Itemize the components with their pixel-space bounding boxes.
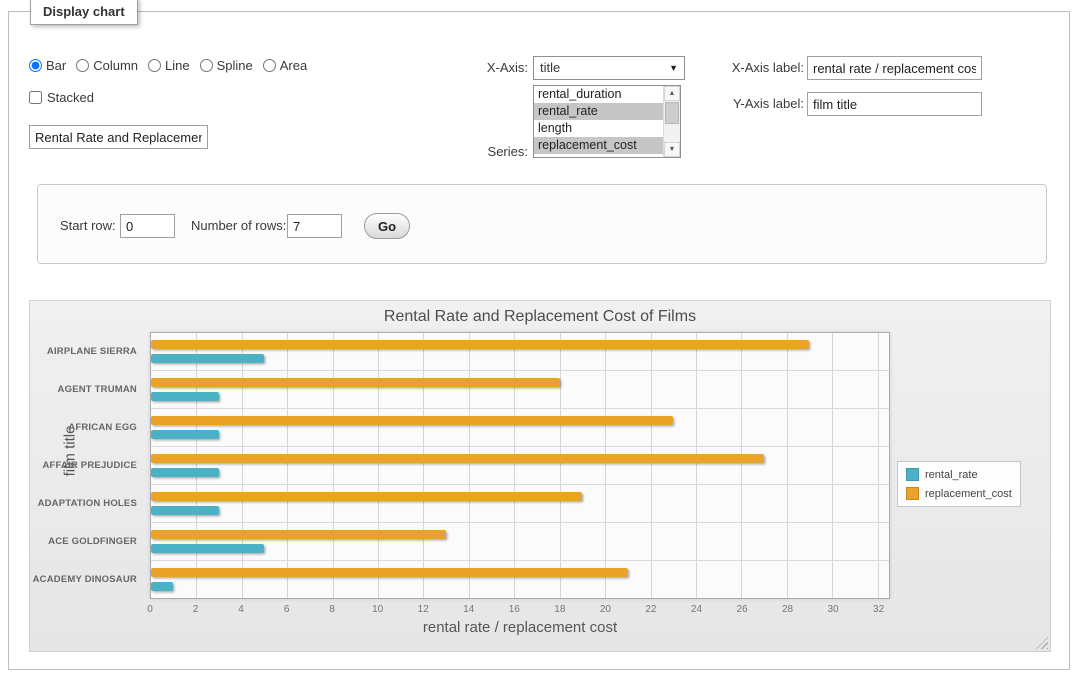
- bar-replacement_cost: [151, 492, 582, 501]
- x-tick-label: 0: [147, 604, 153, 615]
- bar-rental_rate: [151, 354, 264, 363]
- stacked-checkbox[interactable]: [29, 91, 42, 104]
- chart-type-option-area[interactable]: Area: [263, 58, 307, 73]
- legend-swatch: [906, 468, 919, 481]
- y-axis-label-input[interactable]: [807, 92, 982, 116]
- plot-area: [150, 332, 890, 599]
- bar-rental_rate: [151, 430, 219, 439]
- x-tick-label: 22: [645, 604, 656, 615]
- chart-title-input[interactable]: [29, 125, 208, 149]
- x-tick-label: 16: [509, 604, 520, 615]
- x-tick-label: 8: [329, 604, 335, 615]
- category-label: ADAPTATION HOLES: [30, 485, 144, 523]
- bar-replacement_cost: [151, 568, 628, 577]
- bar-replacement_cost: [151, 416, 673, 425]
- rows-panel: Start row: Number of rows: Go: [37, 184, 1047, 264]
- legend-swatch: [906, 487, 919, 500]
- chart-type-option-label: Line: [165, 58, 190, 73]
- chart-title: Rental Rate and Replacement Cost of Film…: [30, 308, 1050, 326]
- x-tick-label: 10: [372, 604, 383, 615]
- bar-replacement_cost: [151, 530, 446, 539]
- x-tick-label: 18: [554, 604, 565, 615]
- number-of-rows-label: Number of rows:: [191, 214, 286, 238]
- start-row-label: Start row:: [60, 214, 116, 238]
- x-tick-label: 26: [736, 604, 747, 615]
- chart-type-option-label: Column: [93, 58, 138, 73]
- x-tick-label: 30: [828, 604, 839, 615]
- display-chart-fieldset: Display chart BarColumnLineSplineArea St…: [8, 11, 1070, 670]
- category-band: [151, 523, 889, 561]
- stacked-label: Stacked: [47, 90, 94, 105]
- category-label: AFFAIR PREJUDICE: [30, 446, 144, 484]
- x-axis-selected-value: title: [540, 60, 560, 75]
- chart-type-radio-bar[interactable]: [29, 59, 42, 72]
- x-tick-label: 20: [600, 604, 611, 615]
- x-tick-label: 32: [873, 604, 884, 615]
- category-label: AGENT TRUMAN: [30, 370, 144, 408]
- series-label: Series:: [389, 140, 528, 164]
- start-row-input[interactable]: [120, 214, 175, 238]
- category-band: [151, 333, 889, 371]
- y-axis-label-field-label: Y-Axis label:: [637, 92, 804, 116]
- category-band: [151, 561, 889, 598]
- bar-replacement_cost: [151, 454, 764, 463]
- bar-rental_rate: [151, 506, 219, 515]
- x-tick-label: 24: [691, 604, 702, 615]
- chart-type-option-label: Spline: [217, 58, 253, 73]
- bar-replacement_cost: [151, 378, 560, 387]
- x-axis-ticks: 02468101214161820222426283032: [150, 604, 890, 617]
- category-axis: AIRPLANE SIERRAAGENT TRUMANAFRICAN EGGAF…: [30, 332, 144, 599]
- chart-type-option-bar[interactable]: Bar: [29, 58, 66, 73]
- category-label: ACADEMY DINOSAUR: [30, 561, 144, 599]
- legend-item: rental_rate: [906, 468, 1012, 481]
- series-option-replacement_cost[interactable]: replacement_cost: [534, 137, 663, 154]
- x-tick-label: 14: [463, 604, 474, 615]
- chart-type-radio-area[interactable]: [263, 59, 276, 72]
- category-band: [151, 409, 889, 447]
- category-band: [151, 447, 889, 485]
- x-tick-label: 12: [418, 604, 429, 615]
- x-tick-label: 4: [238, 604, 244, 615]
- chart-legend: rental_rate replacement_cost: [897, 461, 1021, 507]
- chart-panel: Rental Rate and Replacement Cost of Film…: [29, 300, 1051, 652]
- x-axis-label-field-label: X-Axis label:: [637, 56, 804, 80]
- series-option-length[interactable]: length: [534, 120, 663, 137]
- x-tick-label: 6: [284, 604, 290, 615]
- x-axis-label: X-Axis:: [389, 56, 528, 80]
- chart-type-radiogroup: Bar Column Line Spline Area: [29, 58, 307, 73]
- bar-replacement_cost: [151, 340, 809, 349]
- category-label: AIRPLANE SIERRA: [30, 332, 144, 370]
- go-button[interactable]: Go: [364, 213, 410, 239]
- x-tick-label: 28: [782, 604, 793, 615]
- bar-rental_rate: [151, 468, 219, 477]
- chart-type-radio-column[interactable]: [76, 59, 89, 72]
- chart-type-option-label: Area: [280, 58, 307, 73]
- page: Display chart Bar Column Line Spline Area St…: [0, 0, 1081, 681]
- x-axis-label-input[interactable]: [807, 56, 982, 80]
- chart-type-option-spline[interactable]: Spline: [200, 58, 253, 73]
- bar-rental_rate: [151, 392, 219, 401]
- resize-handle-icon[interactable]: [1036, 637, 1048, 649]
- legend-label: replacement_cost: [925, 488, 1012, 500]
- number-of-rows-input[interactable]: [287, 214, 342, 238]
- chart-type-option-label: Bar: [46, 58, 66, 73]
- legend-label: rental_rate: [925, 469, 978, 481]
- chart-type-option-column[interactable]: Column: [76, 58, 138, 73]
- bar-rental_rate: [151, 544, 264, 553]
- category-band: [151, 485, 889, 523]
- x-axis-title: rental rate / replacement cost: [150, 619, 890, 636]
- chart-type-option-line[interactable]: Line: [148, 58, 190, 73]
- category-band: [151, 371, 889, 409]
- bars-container: [151, 333, 889, 598]
- x-tick-label: 2: [193, 604, 199, 615]
- category-label: ACE GOLDFINGER: [30, 523, 144, 561]
- scroll-down-icon[interactable]: ▼: [664, 142, 680, 157]
- bar-rental_rate: [151, 582, 173, 591]
- legend-item: replacement_cost: [906, 487, 1012, 500]
- panel-title: Display chart: [30, 0, 138, 25]
- chart-type-radio-line[interactable]: [148, 59, 161, 72]
- stacked-option[interactable]: Stacked: [29, 90, 94, 105]
- chart-type-radio-spline[interactable]: [200, 59, 213, 72]
- category-label: AFRICAN EGG: [30, 408, 144, 446]
